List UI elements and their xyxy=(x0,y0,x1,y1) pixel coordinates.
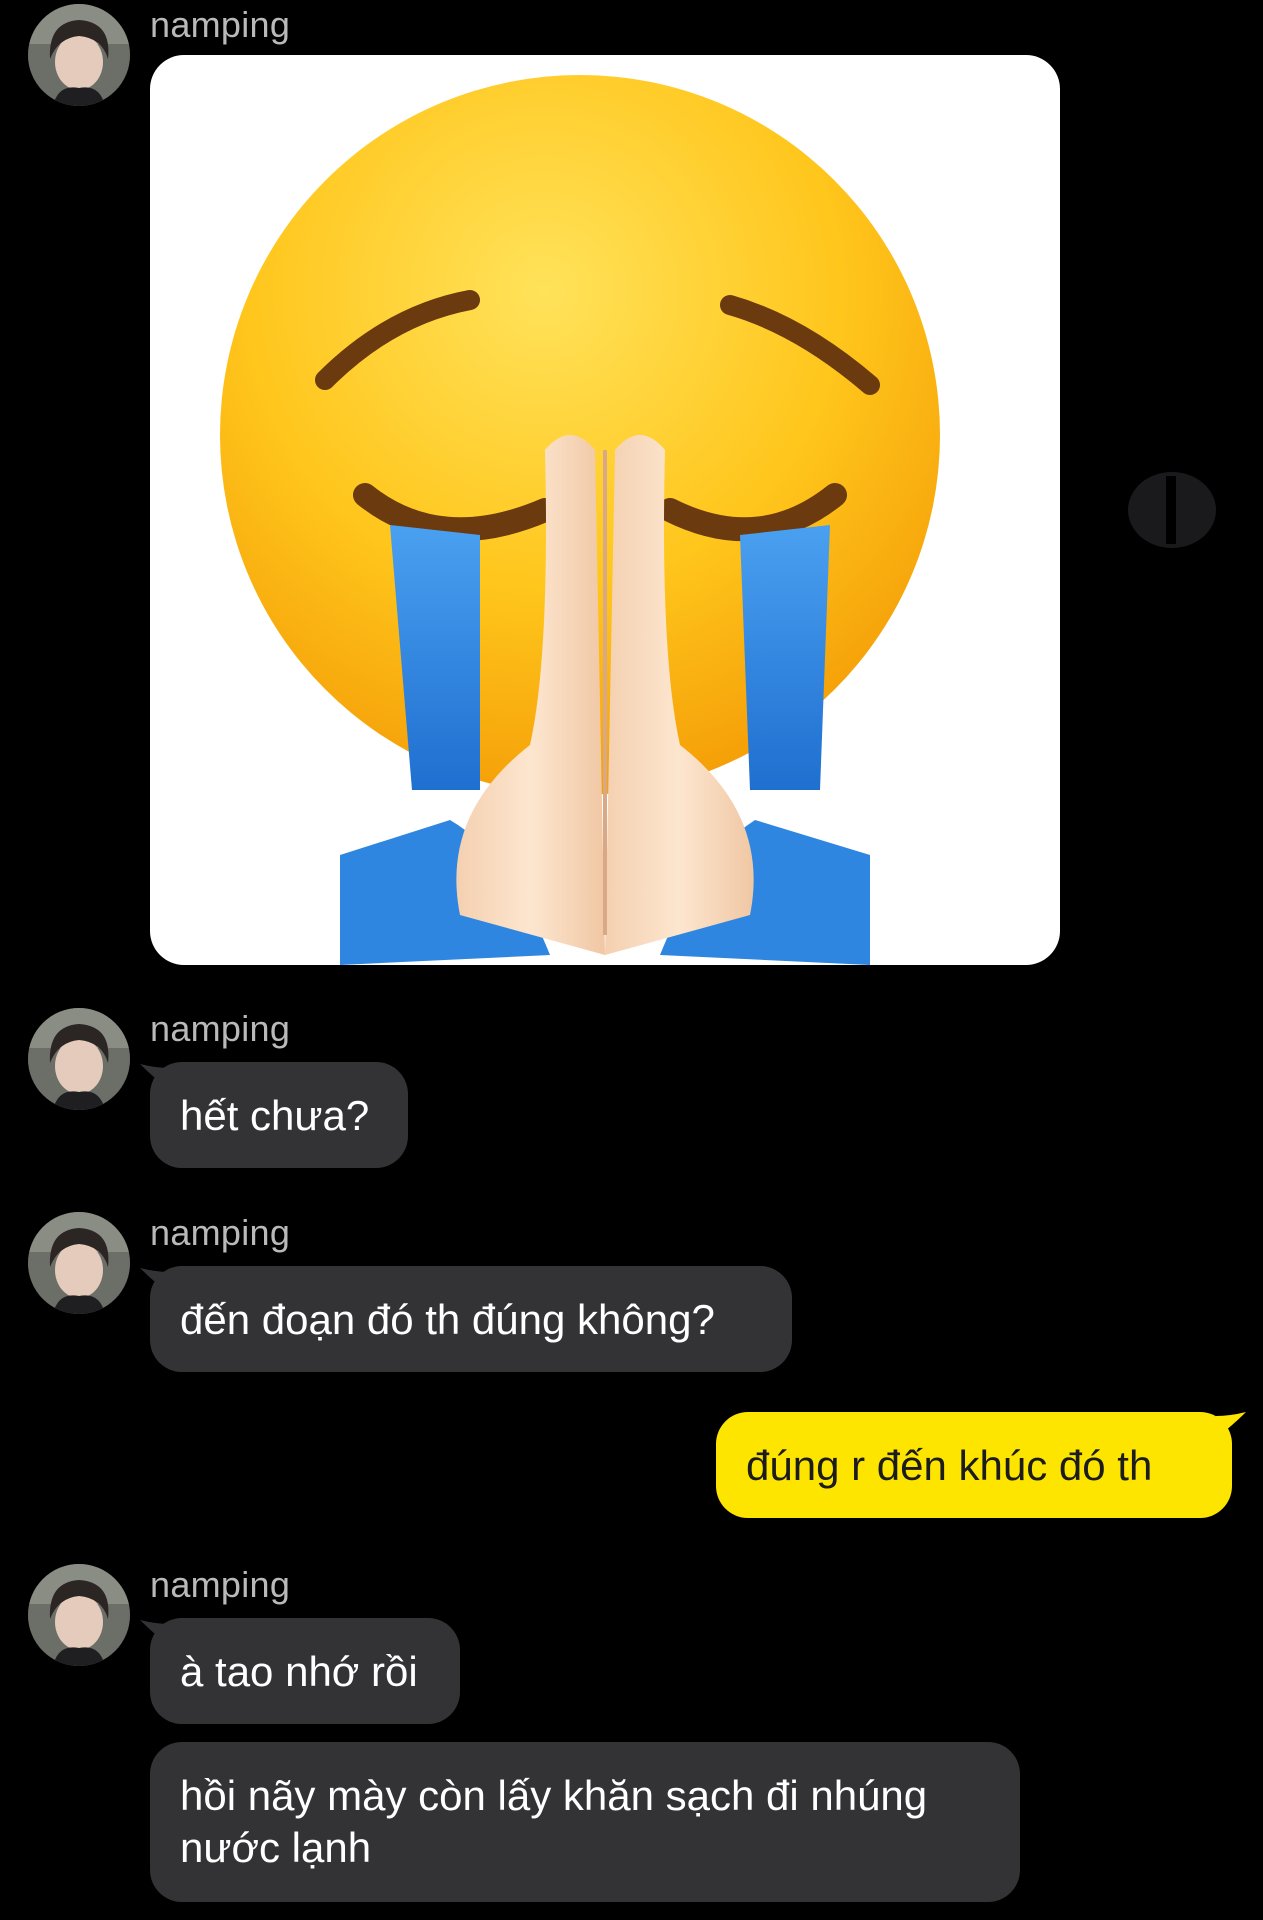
avatar[interactable] xyxy=(28,1212,130,1314)
message-image[interactable] xyxy=(150,55,1060,965)
incoming-message[interactable]: đến đoạn đó th đúng không? xyxy=(150,1266,792,1372)
sender-name: namping xyxy=(150,1564,291,1605)
incoming-message[interactable]: hết chưa? xyxy=(150,1062,408,1168)
incoming-message[interactable]: à tao nhớ rồi xyxy=(150,1618,460,1724)
message-text: đến đoạn đó th đúng không? xyxy=(180,1296,715,1343)
avatar[interactable] xyxy=(28,1008,130,1110)
avatar[interactable] xyxy=(28,4,130,106)
message-text: hết chưa? xyxy=(180,1092,370,1139)
message-text-line-2: nước lạnh xyxy=(180,1824,372,1871)
bubble-tail xyxy=(1216,1412,1246,1438)
incoming-message[interactable]: hồi nãy mày còn lấy khăn sạch đi nhúng n… xyxy=(150,1742,1020,1902)
message-text: đúng r đến khúc đó th xyxy=(746,1442,1153,1489)
sender-name: namping xyxy=(150,4,291,45)
message-text-line-1: hồi nãy mày còn lấy khăn sạch đi nhúng xyxy=(180,1772,928,1819)
sender-name: namping xyxy=(150,1212,291,1253)
avatar[interactable] xyxy=(28,1564,130,1666)
outgoing-message[interactable]: đúng r đến khúc đó th xyxy=(716,1412,1232,1518)
message-text: à tao nhớ rồi xyxy=(180,1648,418,1695)
pleading-crying-praying-emoji-icon xyxy=(220,75,940,965)
reaction-icon[interactable] xyxy=(1128,472,1216,548)
sender-name: namping xyxy=(150,1008,291,1049)
